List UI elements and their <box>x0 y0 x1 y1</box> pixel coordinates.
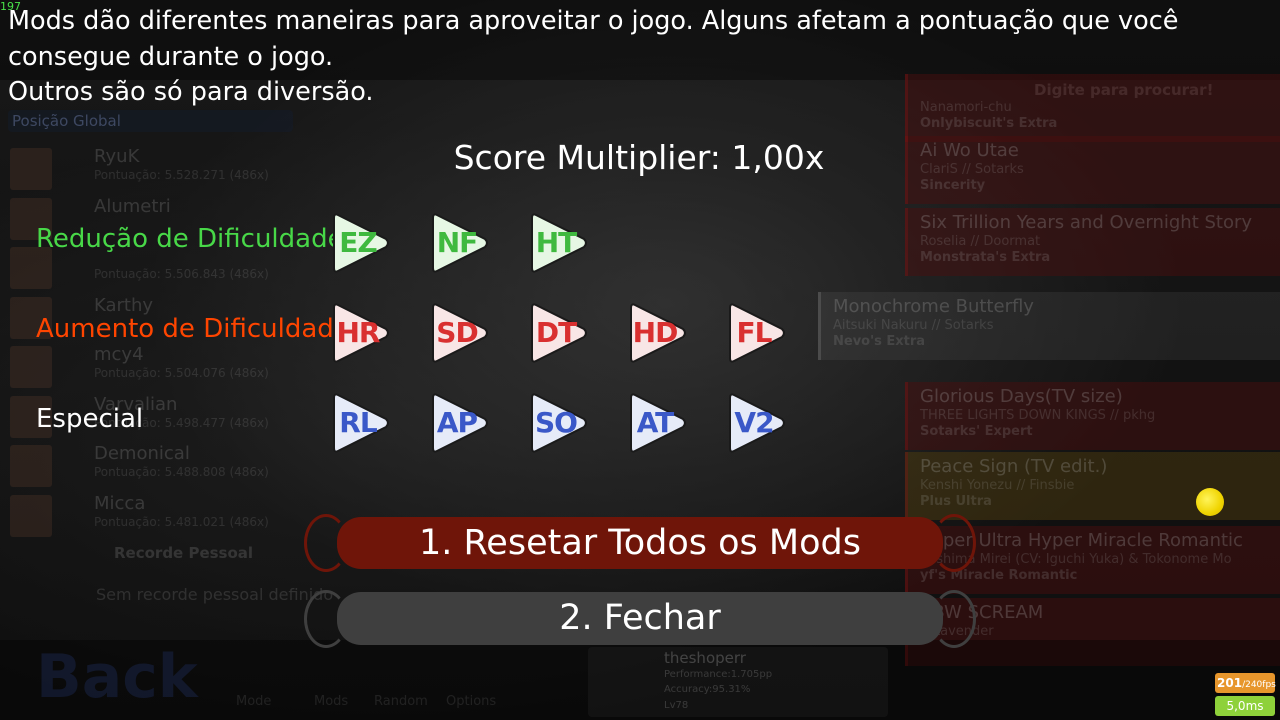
fps-value: 201 <box>1217 676 1243 690</box>
mod-button-at[interactable]: AT <box>629 390 689 456</box>
description-line: consegue durante o jogo. <box>8 41 334 72</box>
mod-acronym: FL <box>736 316 773 349</box>
mod-acronym: NF <box>436 226 479 259</box>
mod-button-hr[interactable]: HR <box>332 300 392 366</box>
mod-acronym: HR <box>336 316 381 349</box>
description-line: Mods dão diferentes maneiras para aprove… <box>8 6 1179 36</box>
score-multiplier: Score Multiplier: 1,00x <box>453 138 825 177</box>
mod-acronym: SO <box>535 406 578 439</box>
mod-acronym: AT <box>636 406 675 439</box>
mod-button-rl[interactable]: RL <box>332 390 392 456</box>
mod-button-fl[interactable]: FL <box>728 300 788 366</box>
mod-button-ap[interactable]: AP <box>431 390 491 456</box>
mod-acronym: SD <box>436 316 478 349</box>
mod-acronym: HD <box>632 316 679 349</box>
mod-acronym: EZ <box>339 226 377 259</box>
mod-button-hd[interactable]: HD <box>629 300 689 366</box>
mod-acronym: AP <box>436 406 478 439</box>
mod-button-so[interactable]: SO <box>530 390 590 456</box>
mod-acronym: DT <box>535 316 577 349</box>
mod-acronym: HT <box>535 226 578 259</box>
fps-display: 201/240fps <box>1215 673 1276 693</box>
description-line: Outros são só para diversão. <box>8 77 374 107</box>
mod-description: Mods dão diferentes maneiras para aprove… <box>8 4 1273 111</box>
category-label: Aumento de Dificuldade <box>36 314 350 344</box>
mod-acronym: RL <box>339 406 377 439</box>
fps-unit: /240fps <box>1242 680 1276 690</box>
category-label: Redução de Dificuldade <box>36 224 344 254</box>
frame-time-display: 5,0ms <box>1215 696 1275 716</box>
mod-acronym: V2 <box>734 406 774 439</box>
mod-button-sd[interactable]: SD <box>431 300 491 366</box>
mod-button-ht[interactable]: HT <box>530 210 590 276</box>
mod-button-ez[interactable]: EZ <box>332 210 392 276</box>
close-button[interactable]: 2. Fechar <box>337 592 943 645</box>
category-label: Especial <box>36 404 144 434</box>
mod-button-dt[interactable]: DT <box>530 300 590 366</box>
cursor <box>1196 488 1224 516</box>
mod-button-v2[interactable]: V2 <box>728 390 788 456</box>
mod-button-nf[interactable]: NF <box>431 210 491 276</box>
reset-all-mods-button[interactable]: 1. Resetar Todos os Mods <box>337 517 943 569</box>
